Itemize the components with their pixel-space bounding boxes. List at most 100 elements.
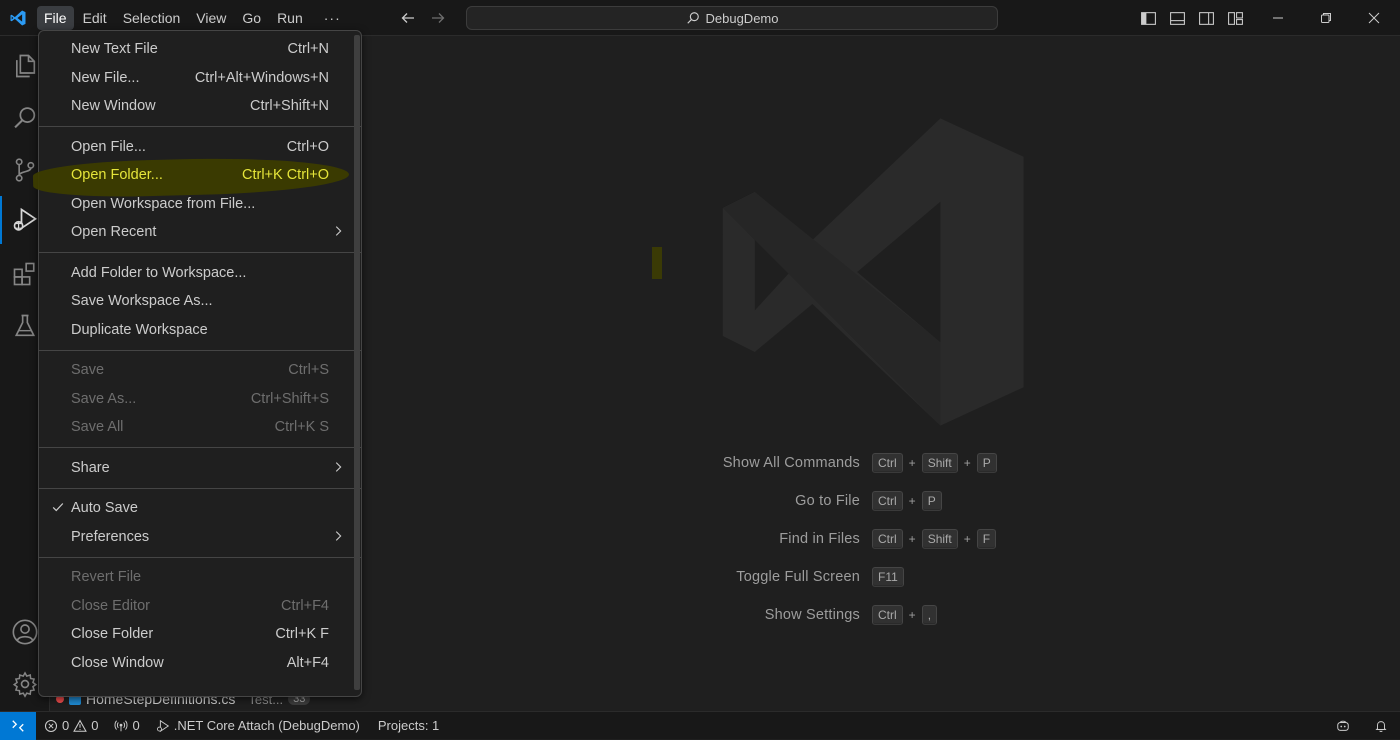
status-bar-right bbox=[1324, 712, 1400, 740]
customize-layout-icon[interactable] bbox=[1227, 10, 1244, 27]
problems-status[interactable]: 0 0 bbox=[36, 712, 106, 740]
projects-label: Projects: 1 bbox=[377, 718, 440, 733]
key: Shift bbox=[921, 453, 958, 473]
close-icon bbox=[1368, 12, 1380, 24]
copilot-icon bbox=[1337, 720, 1349, 731]
warning-count: 0 bbox=[91, 718, 99, 733]
menu-file[interactable]: File bbox=[37, 5, 74, 30]
arrow-right-icon[interactable] bbox=[430, 10, 446, 26]
shortcut-row-find-in-files[interactable]: Find in Files Ctrl + Shift + F bbox=[610, 520, 1210, 558]
file-menu: New Text File Ctrl+N New File... Ctrl+Alt+… bbox=[32, 30, 362, 697]
key: Ctrl bbox=[872, 491, 903, 511]
gear-icon bbox=[12, 671, 38, 698]
menu-item-label: New Window bbox=[71, 98, 156, 115]
key: F bbox=[976, 529, 997, 549]
shortcut-label: Show All Commands bbox=[722, 455, 860, 471]
toggle-panel-icon[interactable] bbox=[1169, 10, 1186, 27]
plus: + bbox=[908, 608, 916, 622]
close-window-button[interactable] bbox=[1350, 0, 1398, 36]
shortcut-row-show-all-commands[interactable]: Show All Commands Ctrl + Shift + P bbox=[610, 444, 1210, 482]
menu-item-label: Close Folder bbox=[71, 626, 154, 643]
shortcut-label: Find in Files bbox=[779, 531, 860, 547]
key: P bbox=[976, 453, 997, 473]
menu-item-preferences[interactable]: Preferences bbox=[39, 523, 361, 552]
menu-view[interactable]: View bbox=[189, 6, 233, 30]
account-icon bbox=[12, 619, 38, 645]
layout-controls bbox=[1140, 0, 1244, 36]
menu-item-shortcut: Ctrl+N bbox=[287, 41, 330, 58]
menu-item-open-workspace-from-file[interactable]: Open Workspace from File... bbox=[39, 190, 361, 219]
copilot-status[interactable] bbox=[1324, 712, 1362, 740]
menu-item-open-file[interactable]: Open File... Ctrl+O bbox=[39, 133, 361, 162]
menu-item-shortcut: Alt+F4 bbox=[286, 654, 329, 671]
plus: + bbox=[963, 456, 971, 470]
menu-item-duplicate-workspace[interactable]: Duplicate Workspace bbox=[39, 316, 361, 345]
remote-icon bbox=[12, 719, 24, 732]
debug-config-status[interactable]: .NET Core Attach (DebugDemo) bbox=[148, 712, 368, 740]
menu-item-label: New File... bbox=[71, 69, 140, 86]
menu-separator bbox=[39, 487, 361, 489]
menu-go[interactable]: Go bbox=[235, 6, 268, 30]
shortcut-label: Show Settings bbox=[764, 607, 860, 623]
arrow-left-icon[interactable] bbox=[400, 10, 416, 26]
command-center[interactable]: DebugDemo bbox=[466, 6, 998, 30]
toggle-primary-sidebar-icon[interactable] bbox=[1140, 10, 1157, 27]
menu-item-label: Save bbox=[71, 362, 105, 379]
toggle-secondary-sidebar-icon[interactable] bbox=[1198, 10, 1215, 27]
notifications-status[interactable] bbox=[1362, 712, 1400, 740]
menu-item-save-workspace-as[interactable]: Save Workspace As... bbox=[39, 287, 361, 316]
highlight-mark bbox=[652, 247, 662, 279]
menu-item-save-all[interactable]: Save All Ctrl+K S bbox=[39, 413, 361, 442]
menu-item-add-folder-to-workspace[interactable]: Add Folder to Workspace... bbox=[39, 259, 361, 288]
menu-item-label: Preferences bbox=[71, 528, 150, 545]
key: F11 bbox=[872, 567, 904, 587]
ports-status[interactable]: 0 bbox=[106, 712, 147, 740]
menu-item-shortcut: Ctrl+Alt+Windows+N bbox=[194, 69, 329, 86]
shortcut-keys: Ctrl + Shift + P bbox=[872, 453, 997, 473]
menu-run[interactable]: Run bbox=[270, 6, 310, 30]
menu-selection[interactable]: Selection bbox=[116, 6, 188, 30]
menu-item-label: Auto Save bbox=[71, 500, 138, 517]
menu-item-new-file[interactable]: New File... Ctrl+Alt+Windows+N bbox=[39, 64, 361, 93]
restore-button[interactable] bbox=[1302, 0, 1350, 36]
menu-edit[interactable]: Edit bbox=[76, 6, 114, 30]
bell-icon bbox=[1375, 721, 1387, 732]
key: Shift bbox=[921, 529, 958, 549]
shortcut-row-show-settings[interactable]: Show Settings Ctrl + , bbox=[610, 596, 1210, 634]
menu-separator bbox=[39, 447, 361, 448]
menu-item-close-editor[interactable]: Close Editor Ctrl+F4 bbox=[39, 592, 361, 621]
menu-item-save-as[interactable]: Save As... Ctrl+Shift+S bbox=[39, 385, 361, 414]
menu-item-label: Open File... bbox=[71, 138, 146, 155]
shortcut-label: Go to File bbox=[795, 493, 860, 509]
menu-item-share[interactable]: Share bbox=[39, 454, 361, 483]
remote-button[interactable] bbox=[0, 711, 36, 740]
chevron-right-icon bbox=[335, 226, 342, 236]
menu-item-label: Close Window bbox=[71, 654, 164, 671]
menu-item-auto-save[interactable]: Auto Save bbox=[39, 494, 361, 523]
menu-item-label: Close Editor bbox=[71, 597, 150, 614]
shortcut-row-go-to-file[interactable]: Go to File Ctrl + P bbox=[610, 482, 1210, 520]
menu-item-close-window[interactable]: Close Window Alt+F4 bbox=[39, 649, 361, 678]
menu-item-save[interactable]: Save Ctrl+S bbox=[39, 356, 361, 385]
error-count: 0 bbox=[62, 718, 70, 733]
shortcut-row-toggle-full-screen[interactable]: Toggle Full Screen F11 bbox=[610, 558, 1210, 596]
menu-more[interactable]: ··· bbox=[317, 6, 348, 30]
plus: + bbox=[963, 532, 971, 546]
projects-status[interactable]: Projects: 1 bbox=[368, 712, 447, 740]
menu-item-shortcut: Ctrl+F4 bbox=[281, 597, 329, 614]
key: , bbox=[921, 605, 938, 625]
menu-item-new-text-file[interactable]: New Text File Ctrl+N bbox=[39, 35, 361, 64]
menu-item-open-recent[interactable]: Open Recent bbox=[39, 218, 361, 247]
minimize-button[interactable] bbox=[1254, 0, 1302, 36]
error-icon bbox=[44, 719, 58, 732]
broadcast-icon bbox=[114, 719, 128, 731]
key: Ctrl bbox=[872, 453, 903, 473]
menu-item-shortcut: Ctrl+K F bbox=[275, 626, 329, 643]
menu-item-label: Open Recent bbox=[71, 224, 157, 241]
menu-item-new-window[interactable]: New Window Ctrl+Shift+N bbox=[39, 92, 361, 121]
menu-item-open-folder[interactable]: Open Folder... Ctrl+K Ctrl+O bbox=[39, 161, 361, 190]
warning-icon bbox=[73, 718, 88, 732]
debug-config-label: .NET Core Attach (DebugDemo) bbox=[173, 718, 360, 733]
menu-item-revert-file[interactable]: Revert File bbox=[39, 563, 361, 592]
menu-item-close-folder[interactable]: Close Folder Ctrl+K F bbox=[39, 620, 361, 649]
